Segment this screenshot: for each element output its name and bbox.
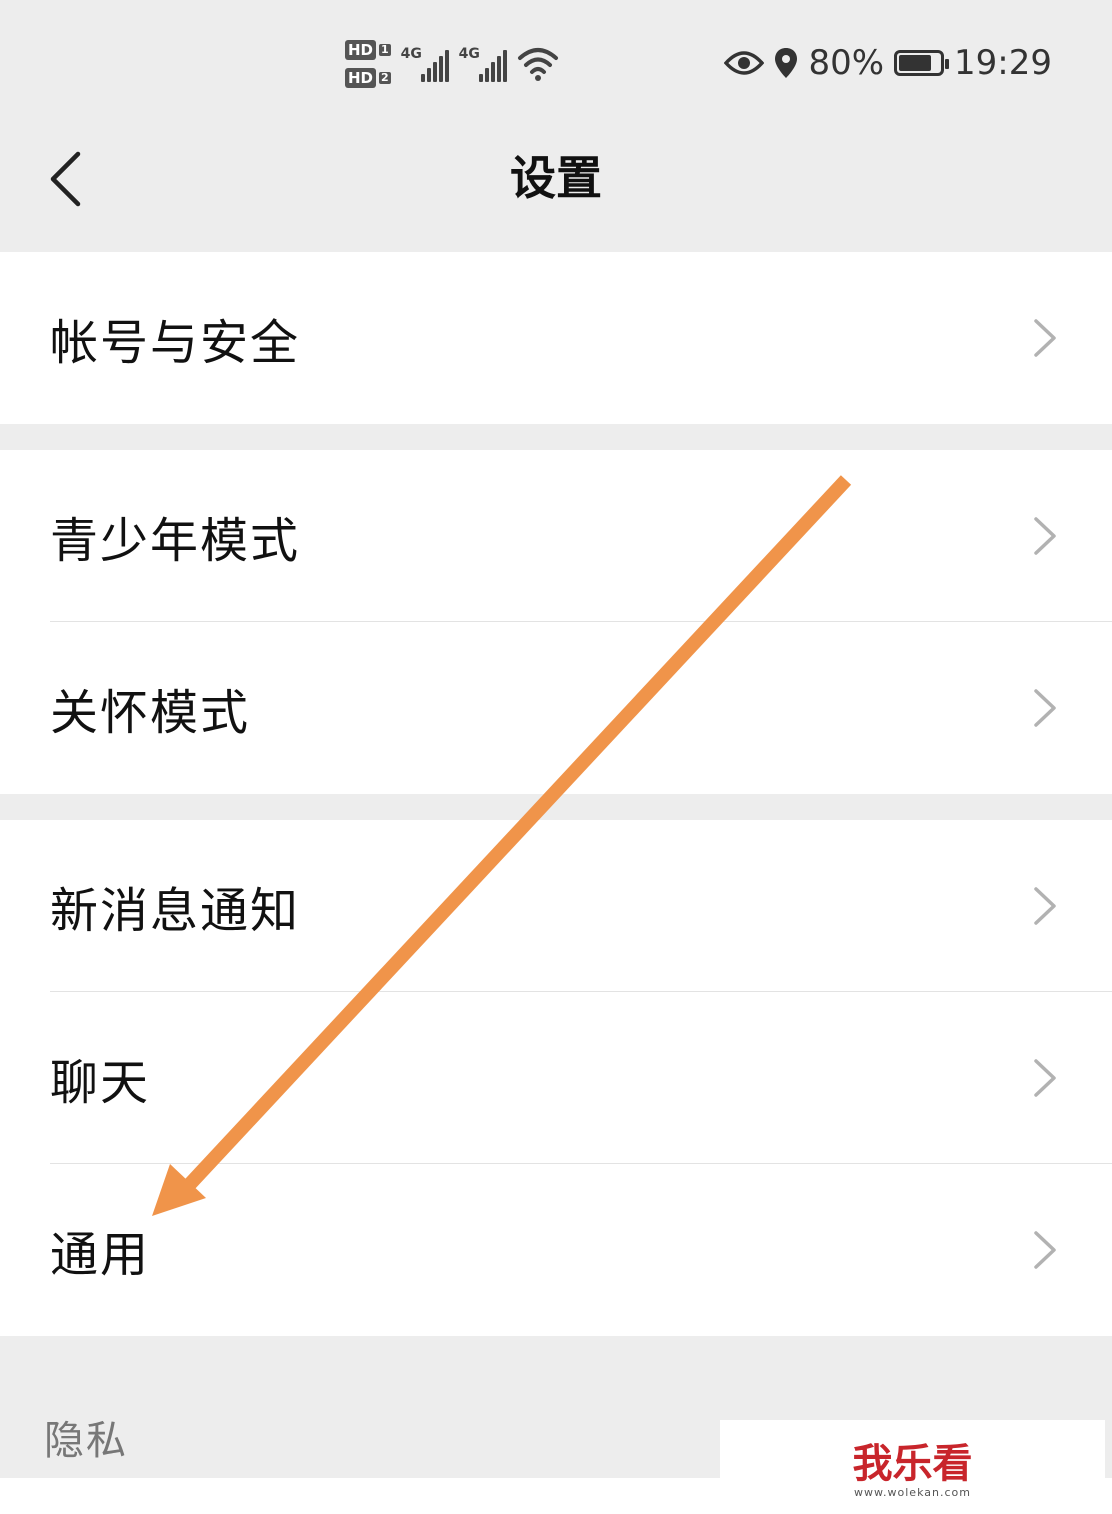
network-type: 4G	[458, 46, 480, 62]
battery-icon	[894, 50, 950, 76]
hd-label: HD	[345, 68, 377, 88]
settings-item-chat[interactable]: 聊天	[0, 992, 1112, 1164]
chevron-right-icon	[1034, 319, 1056, 357]
settings-item-account-security[interactable]: 帐号与安全	[0, 252, 1112, 424]
chevron-right-icon	[1034, 887, 1056, 925]
hd-badge-2: HD 2	[345, 68, 391, 88]
settings-item-label: 新消息通知	[50, 883, 301, 939]
chevron-right-icon	[1034, 689, 1056, 727]
settings-group-general: 新消息通知 聊天 通用	[0, 820, 1112, 1336]
settings-item-label: 帐号与安全	[50, 315, 301, 371]
settings-item-label: 关怀模式	[50, 685, 251, 741]
location-icon	[775, 48, 798, 78]
status-bar: HD 1 HD 2 4G 4G 80% 19:29	[0, 0, 1112, 120]
battery-fill	[899, 55, 932, 71]
settings-item-general[interactable]: 通用	[0, 1164, 1112, 1336]
watermark-logo: 我乐看 www.wolekan.com	[720, 1420, 1105, 1514]
eye-icon	[724, 51, 765, 75]
chevron-right-icon	[1034, 517, 1056, 555]
hd-indicators: HD 1 HD 2	[345, 40, 391, 88]
hd-label: HD	[345, 40, 377, 60]
sim-number: 1	[379, 43, 391, 56]
wifi-icon	[517, 48, 558, 81]
watermark-url: www.wolekan.com	[854, 1486, 971, 1499]
page-title: 设置	[510, 151, 602, 205]
hd-badge-1: HD 1	[345, 40, 391, 60]
clock: 19:29	[954, 43, 1052, 83]
settings-item-notifications[interactable]: 新消息通知	[0, 820, 1112, 992]
nav-bar: 设置	[0, 120, 1112, 252]
signal-icon-1: 4G	[401, 46, 449, 82]
chevron-right-icon	[1034, 1231, 1056, 1269]
sim-number: 2	[379, 71, 391, 84]
status-right: 80% 19:29	[724, 40, 1052, 86]
settings-item-teen-mode[interactable]: 青少年模式	[0, 450, 1112, 622]
settings-item-label: 青少年模式	[50, 513, 301, 569]
section-title-privacy: 隐私	[44, 1418, 128, 1464]
watermark-text: 我乐看	[852, 1441, 973, 1487]
status-left: HD 1 HD 2 4G 4G	[345, 34, 559, 94]
settings-item-label: 聊天	[50, 1055, 151, 1111]
settings-item-label: 通用	[50, 1227, 151, 1283]
battery-percent: 80%	[808, 43, 885, 83]
settings-group-modes: 青少年模式 关怀模式	[0, 450, 1112, 794]
chevron-right-icon	[1034, 1059, 1056, 1097]
settings-item-care-mode[interactable]: 关怀模式	[0, 622, 1112, 794]
network-type: 4G	[400, 46, 422, 62]
settings-group-account: 帐号与安全	[0, 252, 1112, 424]
signal-icon-2: 4G	[459, 46, 507, 82]
